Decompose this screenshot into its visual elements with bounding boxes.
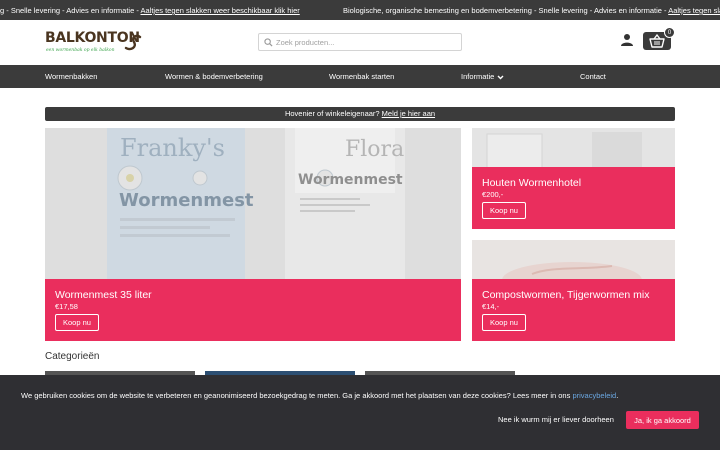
product-photo-wormenmest: Franky's Flora Wormenmest Wormenmest <box>45 128 461 279</box>
nav-item-informatie[interactable]: Informatie <box>461 72 504 81</box>
product-tile-houten-wormenhotel[interactable]: Houten Wormenhotel €200,- Koop nu <box>472 128 675 229</box>
ticker-text: Biologische, organische bemesting en bod… <box>343 6 669 15</box>
photo-text-wormenmest-2: Wormenmest <box>298 172 403 188</box>
product-price: €14,- <box>482 302 500 311</box>
product-photo-wormenhotel <box>472 128 675 168</box>
cookie-text-suffix: . <box>616 391 619 400</box>
buy-now-button[interactable]: Koop nu <box>55 314 99 331</box>
photo-text-flora: Flora <box>345 137 404 162</box>
b2b-banner: Hovenier of winkeleigenaar? Meld je hier… <box>45 107 675 121</box>
banner-signup-link[interactable]: Meld je hier aan <box>382 109 435 118</box>
nav-item-wormenbakken[interactable]: Wormenbakken <box>45 72 97 81</box>
product-tile-wormenmest[interactable]: Franky's Flora Wormenmest Wormenmest Wor… <box>45 128 461 341</box>
product-photo-compostwormen <box>472 240 675 280</box>
ticker-link[interactable]: Aaltjes tegen slakken <box>668 6 720 15</box>
ticker-link[interactable]: Aaltjes tegen slakken weer beschikbaar k… <box>141 6 300 15</box>
search-icon <box>264 38 273 47</box>
accept-cookies-button[interactable]: Ja, ik ga akkoord <box>626 411 699 429</box>
ticker-item: Biologische, organische bemesting en bod… <box>343 6 720 15</box>
buy-now-button[interactable]: Koop nu <box>482 314 526 331</box>
photo-text-wormenmest: Wormenmest <box>119 190 254 211</box>
ticker-text: g - Snelle levering - Advies en informat… <box>0 6 141 15</box>
categories-heading: Categorieën <box>45 351 100 362</box>
cookie-message: We gebruiken cookies om de website te ve… <box>21 391 618 400</box>
search-box[interactable] <box>258 33 462 51</box>
user-account-icon[interactable] <box>620 33 634 47</box>
site-logo[interactable]: BALKONTON een wormenbak op elk balkon <box>45 30 142 56</box>
product-info-panel: Wormenmest 35 liter €17,58 Koop nu <box>45 279 461 341</box>
nav-item-contact[interactable]: Contact <box>580 72 606 81</box>
decline-cookies-link[interactable]: Nee ik wurm mij er liever doorheen <box>498 415 614 424</box>
ticker-item: g - Snelle levering - Advies en informat… <box>0 6 300 15</box>
product-info-panel: Compostwormen, Tijgerwormen mix €14,- Ko… <box>472 279 675 341</box>
basket-icon <box>649 34 665 48</box>
product-price: €200,- <box>482 190 504 199</box>
cookie-consent-bar: We gebruiken cookies om de website te ve… <box>0 375 720 450</box>
product-price: €17,58 <box>55 302 78 311</box>
search-input[interactable] <box>276 36 456 48</box>
product-info-panel: Houten Wormenhotel €200,- Koop nu <box>472 167 675 229</box>
logo-tagline: een wormenbak op elk balkon <box>46 48 115 53</box>
product-title[interactable]: Wormenmest 35 liter <box>55 289 152 301</box>
nav-item-wormen-bodemverbetering[interactable]: Wormen & bodemverbetering <box>165 72 263 81</box>
main-navigation: Wormenbakken Wormen & bodemverbetering W… <box>0 65 720 88</box>
privacy-policy-link[interactable]: privacybeleid <box>572 391 616 400</box>
product-tile-compostwormen[interactable]: Compostwormen, Tijgerwormen mix €14,- Ko… <box>472 240 675 341</box>
banner-text: Hovenier of winkeleigenaar? <box>284 109 382 118</box>
cookie-text: We gebruiken cookies om de website te ve… <box>21 391 573 400</box>
logo-curl-icon <box>124 34 142 51</box>
buy-now-button[interactable]: Koop nu <box>482 202 526 219</box>
site-header: BALKONTON een wormenbak op elk balkon 0 <box>0 20 720 65</box>
product-title[interactable]: Compostwormen, Tijgerwormen mix <box>482 289 649 301</box>
chevron-down-icon <box>497 75 504 80</box>
photo-text-frankys: Franky's <box>120 134 225 162</box>
cart-count-badge: 0 <box>664 27 675 38</box>
product-title[interactable]: Houten Wormenhotel <box>482 177 581 189</box>
announcement-ticker: g - Snelle levering - Advies en informat… <box>0 0 720 20</box>
nav-item-wormenbak-starten[interactable]: Wormenbak starten <box>329 72 394 81</box>
nav-item-label: Informatie <box>461 72 495 81</box>
